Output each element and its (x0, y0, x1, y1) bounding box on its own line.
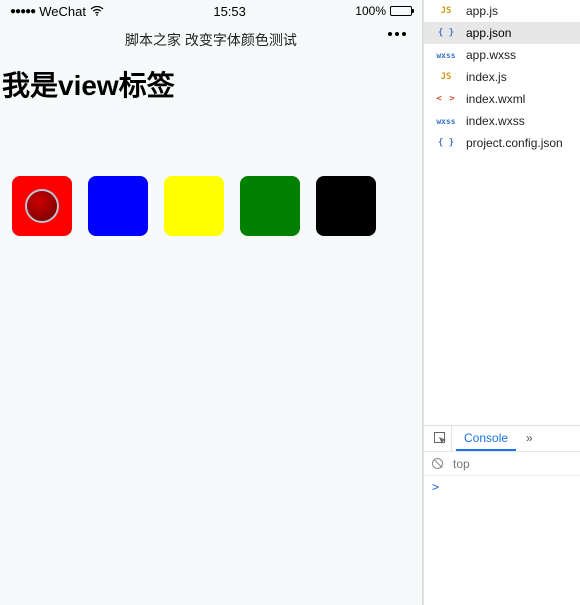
wifi-icon (90, 4, 104, 19)
color-swatch-green[interactable] (240, 176, 300, 236)
side-panel: JS app.js { } app.json wxss app.wxss JS … (423, 0, 580, 605)
prompt-icon: > (432, 480, 439, 494)
clear-console-icon[interactable] (432, 458, 443, 469)
status-bar: ●●●●● WeChat 15:53 100% (0, 0, 422, 22)
view-heading: 我是view标签 (0, 58, 422, 116)
file-item[interactable]: < > index.wxml (424, 88, 580, 110)
file-item[interactable]: JS app.js (424, 0, 580, 22)
tabs-overflow-button[interactable]: » (520, 426, 539, 451)
selected-indicator-icon (25, 189, 59, 223)
page-body: 我是view标签 (0, 58, 422, 605)
color-swatch-blue[interactable] (88, 176, 148, 236)
console-panel: Console » top > (424, 425, 580, 605)
file-name: project.config.json (466, 136, 563, 150)
page-title: 脚本之家 改变字体颜色测试 (125, 30, 297, 50)
console-body[interactable]: > (424, 476, 580, 605)
menu-button[interactable] (388, 32, 406, 36)
js-file-icon: JS (434, 72, 458, 82)
phone-simulator: ●●●●● WeChat 15:53 100% 脚本之家 改变字体颜色测试 我是… (0, 0, 423, 605)
scope-dropdown[interactable]: top (453, 457, 470, 471)
file-item[interactable]: { } project.config.json (424, 132, 580, 154)
battery-pct-label: 100% (355, 4, 386, 18)
color-swatch-red[interactable] (12, 176, 72, 236)
file-item[interactable]: JS index.js (424, 66, 580, 88)
wxss-file-icon: wxss (434, 51, 458, 60)
file-item[interactable]: wxss index.wxss (424, 110, 580, 132)
nav-bar: 脚本之家 改变字体颜色测试 (0, 22, 422, 58)
clock-label: 15:53 (213, 4, 246, 19)
json-file-icon: { } (434, 138, 458, 148)
file-name: app.js (466, 4, 498, 18)
file-name: index.js (466, 70, 507, 84)
signal-dots-icon: ●●●●● (10, 6, 35, 17)
file-item[interactable]: { } app.json (424, 22, 580, 44)
tab-console[interactable]: Console (456, 426, 516, 451)
file-item[interactable]: wxss app.wxss (424, 44, 580, 66)
file-explorer: JS app.js { } app.json wxss app.wxss JS … (424, 0, 580, 425)
file-name: index.wxss (466, 114, 525, 128)
carrier-label: WeChat (39, 4, 86, 19)
color-swatch-yellow[interactable] (164, 176, 224, 236)
file-name: app.wxss (466, 48, 516, 62)
file-name: index.wxml (466, 92, 525, 106)
inspect-icon[interactable] (430, 426, 452, 451)
color-swatch-row (0, 116, 422, 236)
console-filter-bar: top (424, 452, 580, 476)
js-file-icon: JS (434, 6, 458, 16)
wxml-file-icon: < > (434, 94, 458, 104)
file-name: app.json (466, 26, 511, 40)
wxss-file-icon: wxss (434, 117, 458, 126)
battery-icon (390, 6, 412, 16)
json-file-icon: { } (434, 28, 458, 38)
color-swatch-black[interactable] (316, 176, 376, 236)
console-tabbar: Console » (424, 426, 580, 452)
